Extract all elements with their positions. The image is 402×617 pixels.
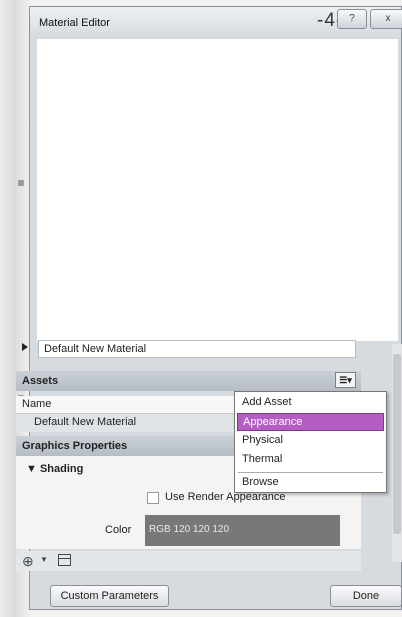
close-button[interactable]: x: [370, 9, 402, 29]
assets-header: Assets ☰▾: [16, 371, 361, 391]
collapse-triangle-icon: ▼: [26, 463, 40, 475]
color-swatch[interactable]: RGB 120 120 120: [145, 515, 340, 546]
column-name-label: Name: [22, 398, 52, 410]
background-marker: [18, 180, 24, 186]
list-icon: ☰▾: [339, 375, 352, 385]
panel-icon[interactable]: [58, 554, 71, 566]
assets-header-label: Assets: [22, 375, 59, 387]
asset-row-name: Default New Material: [34, 416, 137, 428]
menu-item-add-asset[interactable]: Add Asset: [237, 394, 384, 412]
menu-item-physical[interactable]: Physical: [237, 432, 384, 450]
use-render-appearance-checkbox[interactable]: [147, 492, 159, 504]
asset-dropdown-menu: Add Asset Appearance Physical Thermal Br…: [234, 391, 387, 493]
menu-separator: [238, 472, 383, 473]
menu-item-appearance[interactable]: Appearance: [237, 413, 384, 431]
shading-toggle[interactable]: ▼ Shading: [26, 463, 83, 475]
menu-item-thermal[interactable]: Thermal: [237, 451, 384, 469]
material-preview-area: [37, 39, 398, 341]
title-bar[interactable]: Material Editor -4- ? x: [30, 7, 402, 39]
menu-item-browse[interactable]: Browse: [237, 474, 384, 492]
graphics-header-label: Graphics Properties: [22, 440, 128, 452]
asset-list-button[interactable]: ☰▾: [335, 372, 356, 388]
chevron-down-icon[interactable]: ▼: [40, 555, 48, 564]
material-name-field[interactable]: Default New Material: [38, 340, 356, 358]
done-button[interactable]: Done: [330, 585, 402, 607]
bottom-toolbar: ⊕ ▼: [16, 551, 361, 571]
help-button[interactable]: ?: [337, 9, 367, 29]
scrollbar-thumb[interactable]: [393, 354, 401, 534]
expand-arrow-icon[interactable]: [22, 343, 28, 351]
material-name-row: Default New Material: [16, 338, 361, 360]
shading-label: Shading: [39, 463, 84, 475]
color-label: Color: [105, 524, 132, 536]
custom-parameters-button[interactable]: Custom Parameters: [50, 585, 169, 607]
globe-icon[interactable]: ⊕: [22, 553, 34, 570]
window-title: Material Editor: [39, 17, 110, 29]
properties-scrollbar[interactable]: [392, 344, 402, 562]
